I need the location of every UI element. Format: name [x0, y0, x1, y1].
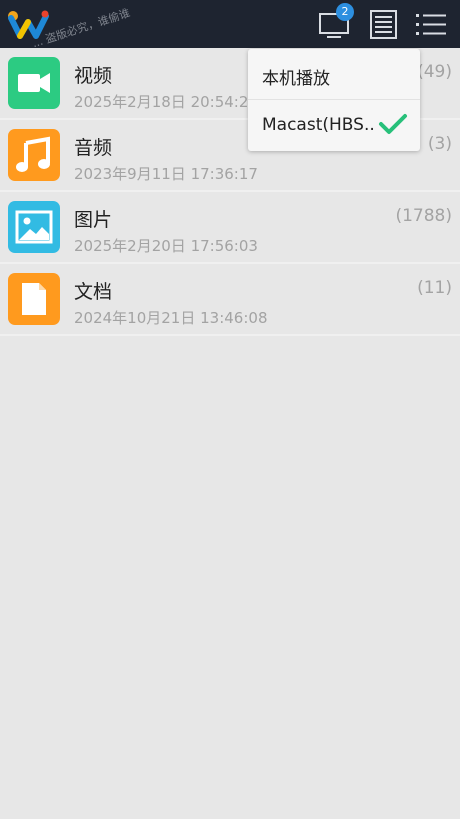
category-title: 音频 [74, 137, 113, 159]
category-date: 2023年9月11日 17:36:17 [74, 165, 258, 183]
menu-item-label: 本机播放 [262, 69, 330, 89]
top-bar: ... 盗版必究，谁偷谁 2 [0, 0, 460, 50]
audio-tile [8, 129, 60, 181]
music-note-icon [16, 136, 50, 172]
image-icon [15, 210, 53, 244]
category-row-pictures[interactable]: 图片 2025年2月20日 17:56:03 (1788) [0, 192, 460, 264]
video-tile [8, 57, 60, 109]
playback-device-menu: 本机播放 Macast(HBS.. [248, 49, 420, 151]
category-count: (11) [417, 278, 452, 298]
category-count: (1788) [395, 206, 452, 226]
category-date: 2025年2月18日 20:54:22 [74, 93, 258, 111]
menu-lines-icon[interactable] [414, 8, 448, 40]
category-title: 图片 [74, 209, 113, 231]
category-count: (49) [417, 62, 452, 82]
documents-tile [8, 273, 60, 325]
menu-item-local-playback[interactable]: 本机播放 [248, 49, 420, 100]
menu-item-macast[interactable]: Macast(HBS.. [248, 100, 420, 151]
category-row-documents[interactable]: 文档 2024年10月21日 13:46:08 (11) [0, 264, 460, 336]
menu-item-label: Macast(HBS.. [262, 115, 375, 135]
video-camera-icon [18, 73, 50, 93]
cast-count-badge: 2 [336, 3, 354, 21]
checkmark-icon [379, 114, 407, 134]
document-list-icon[interactable] [367, 8, 401, 40]
category-date: 2025年2月20日 17:56:03 [74, 237, 258, 255]
category-title: 文档 [74, 281, 113, 303]
category-title: 视频 [74, 65, 113, 87]
category-count: (3) [427, 134, 452, 154]
category-date: 2024年10月21日 13:46:08 [74, 309, 268, 327]
pictures-tile [8, 201, 60, 253]
document-icon [22, 283, 46, 315]
